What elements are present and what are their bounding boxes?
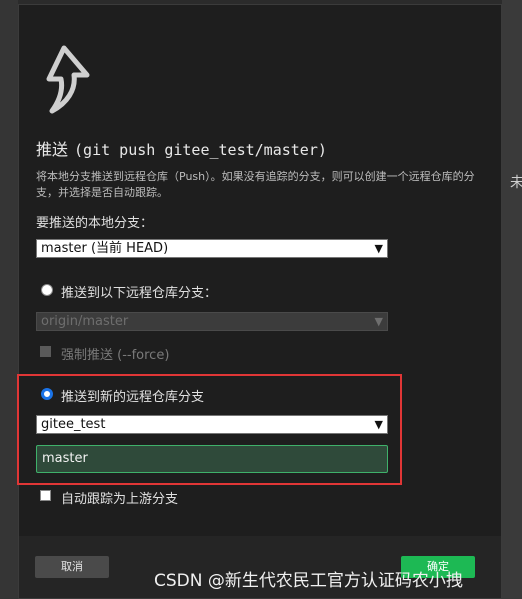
existing-remote-select: origin/master ▼ [36, 312, 388, 331]
new-branch-name-input[interactable]: master [36, 445, 388, 473]
chevron-down-icon: ▼ [374, 315, 383, 328]
background-right-panel: 未 [502, 0, 522, 599]
background-text: 未 [510, 175, 522, 191]
chevron-down-icon: ▼ [374, 418, 383, 431]
new-remote-value: gitee_test [41, 417, 106, 432]
dialog-description: 将本地分支推送到远程仓库（Push）。如果没有追踪的分支，则可以创建一个远程仓库… [36, 170, 475, 199]
cancel-button[interactable]: 取消 [35, 556, 109, 578]
push-dialog: 推送 (git push gitee_test/master) 将本地分支推送到远… [17, 4, 502, 599]
title-command: (git push gitee_test/master) [74, 141, 327, 159]
push-existing-radio[interactable] [41, 284, 53, 296]
title-label: 推送 [36, 140, 69, 159]
local-branch-value: master (当前 HEAD) [41, 241, 169, 256]
push-existing-label: 推送到以下远程仓库分支： [61, 286, 218, 301]
local-branch-label: 要推送的本地分支： [36, 216, 154, 231]
new-remote-select[interactable]: gitee_test ▼ [36, 415, 388, 434]
chevron-down-icon: ▼ [374, 242, 383, 255]
background-left-panel [0, 0, 18, 599]
watermark-text: CSDN @新生代农民工官方认证码农小拽 [154, 571, 463, 591]
track-upstream-label: 自动跟踪为上游分支 [61, 492, 179, 507]
push-new-label: 推送到新的远程仓库分支 [61, 390, 205, 405]
track-upstream-checkbox[interactable] [40, 490, 51, 501]
local-branch-select[interactable]: master (当前 HEAD) ▼ [36, 239, 388, 258]
push-new-radio[interactable] [41, 388, 53, 400]
force-push-label: 强制推送 (--force) [61, 348, 170, 363]
force-push-checkbox [40, 346, 51, 357]
existing-remote-value: origin/master [41, 314, 129, 329]
dialog-title: 推送 (git push gitee_test/master) [36, 136, 327, 160]
push-arrow-icon [46, 45, 90, 114]
